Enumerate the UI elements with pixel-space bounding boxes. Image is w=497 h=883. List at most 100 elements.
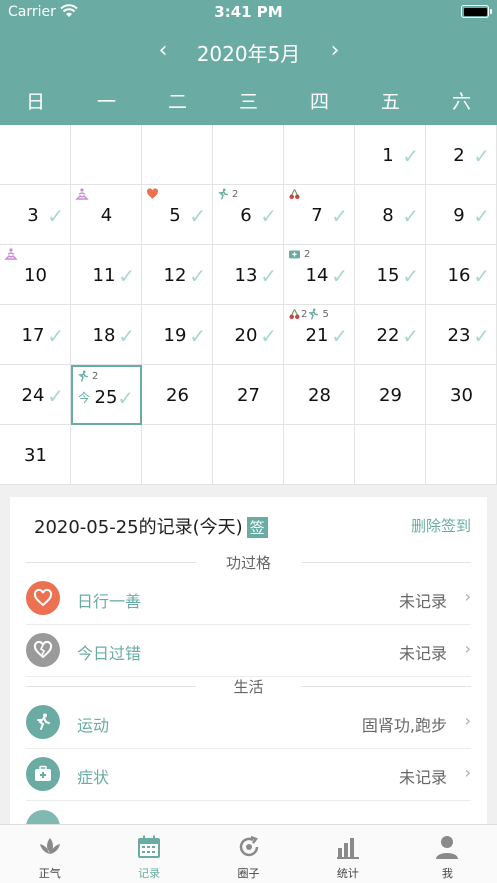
calendar-day[interactable]: 27 [213,365,284,425]
tab-label: 我 [441,867,453,880]
delete-signin-button[interactable]: 删除签到 [411,515,471,536]
tab-zhengqi[interactable]: 正气 [0,825,99,883]
tab-circle[interactable]: 圈子 [199,825,298,883]
calendar-day[interactable]: 9 ✓ [426,185,497,245]
calendar-day[interactable]: 7 ✓ [284,185,355,245]
record-count: 5 [319,309,329,320]
battery-icon [461,5,489,18]
weekday-label: 四 [309,91,329,113]
row-mistake[interactable]: 今日过错 未记录 › [26,625,471,677]
record-panel: 2020-05-25的记录(今天) 签 删除签到 功过格 日行一善 未记录 › 今… [10,497,487,827]
empty-day [213,125,284,185]
calendar-day[interactable]: 24 ✓ [0,365,71,425]
day-number: 10 [24,265,47,286]
month-navigator: ‹ 2020年5月 › [0,34,497,68]
day-number: 30 [450,385,473,406]
checkmark-icon: ✓ [331,324,348,348]
calendar-day[interactable]: 2 5 21 ✓ [284,305,355,365]
checkmark-icon: ✓ [189,264,206,288]
calendar-grid: 1 ✓ 2 ✓ 3 ✓ 4 5 ✓ 2 6 ✓ 7 ✓ 8 ✓ 9 ✓ 10 11 ✓ 12 ✓ 13 ✓ 2 14 ✓ 15 ✓ 16 ✓ 1… [0,125,497,485]
weekday-label: 三 [238,91,258,113]
empty-day [284,125,355,185]
row-value: 未记录 [398,592,447,611]
tab-records[interactable]: 记录 [99,825,198,883]
calendar-day[interactable]: 11 ✓ [71,245,142,305]
row-good-deed[interactable]: 日行一善 未记录 › [26,573,471,625]
checkmark-icon: ✓ [473,144,490,168]
empty-day [0,125,71,185]
calendar-day[interactable]: 22 ✓ [355,305,426,365]
heart-icon [146,188,159,203]
weekday-label: 日 [25,91,45,113]
month-title: 2020年5月 [196,42,301,66]
tab-stats[interactable]: 统计 [298,825,397,883]
cherry-run-icon: 2 5 [288,308,329,323]
empty-day [355,425,426,485]
calendar-day[interactable]: 20 ✓ [213,305,284,365]
section-merit: 功过格 [26,551,471,573]
calendar-day[interactable]: 15 ✓ [355,245,426,305]
calendar-day[interactable]: 19 ✓ [142,305,213,365]
calendar-day[interactable]: 31 [0,425,71,485]
calendar-day[interactable]: 5 ✓ [142,185,213,245]
day-number: 31 [24,445,47,466]
section-title: 功过格 [225,554,271,572]
checkmark-icon: ✓ [47,324,64,348]
calendar-day[interactable]: 13 ✓ [213,245,284,305]
row-exercise[interactable]: 运动 固肾功,跑步 › [26,697,471,749]
run-icon: 2 [77,370,98,385]
tab-label: 统计 [336,867,359,880]
run-icon: 2 [217,188,238,203]
calendar-day[interactable]: 26 [142,365,213,425]
tab-me[interactable]: 我 [398,825,497,883]
calendar-day[interactable]: 17 ✓ [0,305,71,365]
row-value: 未记录 [398,644,447,663]
section-life: 生活 [26,675,471,697]
calendar-day[interactable]: 4 [71,185,142,245]
weekday-label: 一 [96,91,116,113]
calendar-day[interactable]: 18 ✓ [71,305,142,365]
empty-day [71,125,142,185]
tab-label: 正气 [38,867,61,880]
empty-day [426,425,497,485]
calendar-day[interactable]: 30 [426,365,497,425]
calendar-day[interactable]: 3 ✓ [0,185,71,245]
chevron-right-icon: › [464,711,471,730]
sign-badge: 签 [246,517,268,538]
checkmark-icon: ✓ [47,384,64,408]
broken-heart-icon [26,633,60,667]
row-symptom[interactable]: 症状 未记录 › [26,749,471,801]
checkmark-icon: ✓ [473,264,490,288]
weekday-label: 五 [380,91,400,113]
user-icon [436,836,459,859]
empty-day [142,425,213,485]
checkmark-icon: ✓ [402,144,419,168]
calendar-day[interactable]: 28 [284,365,355,425]
calendar-day[interactable]: 2 今 25 ✓ [71,365,142,425]
calendar-day[interactable]: 12 ✓ [142,245,213,305]
calendar-day[interactable]: 8 ✓ [355,185,426,245]
calendar-day[interactable]: 2 ✓ [426,125,497,185]
tab-bar: 正气 记录 圈子 统计 我 [0,824,497,883]
row-title: 症状 [77,768,110,787]
calendar-day[interactable]: 23 ✓ [426,305,497,365]
calendar-day[interactable]: 2 14 ✓ [284,245,355,305]
row-title: 今日过错 [77,644,142,663]
calendar-day[interactable]: 10 [0,245,71,305]
checkmark-icon: ✓ [47,204,64,228]
next-month-button[interactable]: › [320,36,350,66]
meditation-icon [75,188,89,203]
chevron-right-icon: › [464,639,471,658]
calendar-day[interactable]: 29 [355,365,426,425]
calendar-day[interactable]: 1 ✓ [355,125,426,185]
calendar-day[interactable]: 16 ✓ [426,245,497,305]
checkmark-icon: ✓ [189,324,206,348]
empty-day [284,425,355,485]
checkmark-icon: ✓ [402,204,419,228]
record-date-title: 2020-05-25的记录(今天) [34,517,243,538]
run-icon [26,705,60,739]
weekday-header: 日 一 二 三 四 五 六 [0,80,497,124]
day-number: 27 [237,385,260,406]
calendar-day[interactable]: 2 6 ✓ [213,185,284,245]
record-count: 2 [92,371,99,382]
